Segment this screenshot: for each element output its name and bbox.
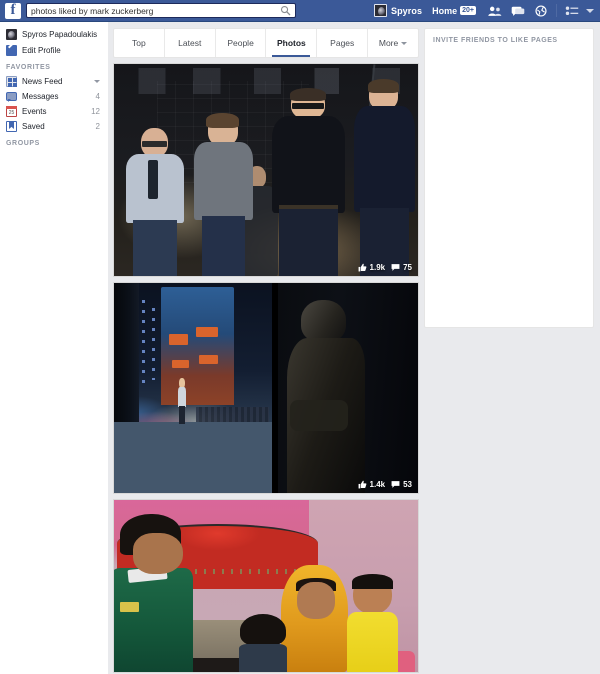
photo-2-stage-set	[161, 287, 235, 405]
friend-requests-icon[interactable]	[488, 5, 502, 17]
home-link[interactable]: Home	[432, 6, 457, 16]
comment-icon	[391, 264, 400, 271]
tab-photos[interactable]: Photos	[266, 29, 318, 57]
photo-2-stats: 1.4k 53	[358, 480, 412, 489]
home-badge: 20+	[460, 6, 476, 15]
photo-3-image	[114, 500, 418, 672]
sidebar-item-label: Messages	[22, 92, 59, 101]
sidebar-item-label: Saved	[22, 122, 45, 131]
topbar-profile-link[interactable]: Spyros	[373, 4, 423, 17]
photo-1-person-4	[354, 79, 415, 276]
search-input[interactable]	[27, 4, 272, 17]
photo-1-image	[114, 64, 418, 276]
right-sidebar: INVITE FRIENDS TO LIKE PAGES	[424, 22, 596, 674]
sidebar-item-count: 12	[91, 107, 100, 116]
sidebar-item-label: Events	[22, 107, 47, 116]
photo-1-like-stat: 1.9k	[358, 263, 386, 272]
tab-label: Photos	[276, 38, 306, 48]
search-results-tabbar: Top Latest People Photos Pages More	[113, 28, 419, 58]
photo-1-person-3	[272, 87, 346, 276]
photo-2-stage-floor	[114, 421, 273, 493]
sidebar-item-count: 4	[95, 92, 100, 101]
sidebar-item-profile[interactable]: Spyros Papadoulakis	[0, 26, 108, 42]
photo-1-like-count: 1.9k	[369, 263, 386, 272]
avatar-icon	[6, 28, 17, 40]
main-content-column: Top Latest People Photos Pages More 1.9k…	[113, 22, 419, 674]
sidebar-section-groups: GROUPS	[6, 140, 40, 147]
photo-1-stats: 1.9k 75	[358, 263, 412, 272]
top-bar-right-section: Spyros Home 20+	[373, 0, 600, 22]
sidebar-item-events[interactable]: 25 Events 12	[0, 104, 108, 119]
tab-label: People	[227, 38, 254, 48]
photo-2-audience	[196, 406, 269, 422]
search-bar[interactable]	[26, 3, 296, 18]
sidebar-item-messages[interactable]: Messages 4	[0, 89, 108, 104]
photo-2-performer	[177, 377, 187, 424]
photo-2-image-left	[114, 283, 273, 493]
thumbs-up-icon	[358, 263, 366, 272]
tab-label: Pages	[330, 38, 355, 48]
photo-result-2[interactable]: 1.4k 53	[113, 282, 419, 494]
sidebar-profile-name: Spyros Papadoulakis	[22, 29, 98, 39]
news-feed-icon	[6, 76, 17, 87]
sidebar-item-saved[interactable]: Saved 2	[0, 119, 108, 134]
photo-result-3[interactable]	[113, 499, 419, 673]
facebook-logo-icon[interactable]: f	[5, 2, 21, 19]
calendar-icon: 25	[6, 106, 17, 117]
top-navigation-bar: f Spyros Home 20+	[0, 0, 600, 22]
tab-latest[interactable]: Latest	[165, 29, 216, 57]
account-menu-caret-icon[interactable]	[586, 8, 594, 13]
photo-3-man	[114, 513, 194, 672]
photo-3-woman	[281, 565, 349, 672]
chevron-down-icon	[401, 41, 408, 45]
notifications-icon[interactable]	[534, 4, 548, 17]
tab-top[interactable]: Top	[114, 29, 165, 57]
sidebar-item-count: 2	[95, 122, 100, 131]
photo-2-like-stat: 1.4k	[358, 480, 386, 489]
photo-2-silhouette	[286, 299, 365, 493]
invite-friends-card-title: INVITE FRIENDS TO LIKE PAGES	[433, 37, 558, 44]
messages-icon	[6, 91, 17, 102]
topbar-profile-name: Spyros	[390, 5, 423, 16]
photo-2-image-right	[278, 283, 418, 493]
tab-more[interactable]: More	[368, 29, 418, 57]
comment-icon	[391, 481, 400, 488]
photo-1-comment-count: 75	[403, 263, 412, 272]
thumbs-up-icon	[358, 480, 366, 489]
sidebar-item-edit-profile[interactable]: Edit Profile	[0, 42, 108, 58]
photo-2-comment-stat: 53	[391, 480, 412, 489]
photo-1-person-2	[193, 113, 254, 276]
tab-label: Latest	[178, 38, 202, 48]
photo-1-person-1	[126, 127, 184, 276]
sidebar-section-favorites: FAVORITES	[6, 64, 51, 71]
sidebar-edit-profile-label: Edit Profile	[22, 45, 61, 55]
tab-people[interactable]: People	[216, 29, 267, 57]
pencil-icon	[6, 44, 17, 56]
left-sidebar: Spyros Papadoulakis Edit Profile FAVORIT…	[0, 22, 108, 674]
tab-pages[interactable]: Pages	[317, 29, 369, 57]
messages-icon[interactable]	[511, 5, 525, 17]
bookmark-icon	[6, 121, 17, 132]
tab-label: Top	[132, 38, 146, 48]
photo-3-child-yellow	[345, 573, 400, 672]
photo-2-comment-count: 53	[403, 480, 412, 489]
photo-result-1[interactable]: 1.9k 75	[113, 63, 419, 277]
photo-2-light-truss-2	[151, 308, 155, 380]
avatar	[373, 4, 387, 17]
tab-label: More	[378, 38, 399, 48]
chevron-down-icon[interactable]	[94, 80, 100, 83]
privacy-shortcuts-icon[interactable]	[565, 5, 579, 17]
photo-2-light-truss	[142, 299, 146, 388]
topbar-divider	[556, 4, 557, 17]
topbar-icon-group	[488, 4, 548, 17]
sidebar-item-label: News Feed	[22, 77, 63, 86]
photo-3-child-front	[236, 613, 291, 672]
invite-friends-card[interactable]: INVITE FRIENDS TO LIKE PAGES	[424, 28, 594, 328]
sidebar-item-news-feed[interactable]: News Feed	[0, 74, 108, 89]
photo-2-like-count: 1.4k	[369, 480, 386, 489]
photo-1-comment-stat: 75	[391, 263, 412, 272]
search-icon[interactable]	[280, 5, 291, 16]
